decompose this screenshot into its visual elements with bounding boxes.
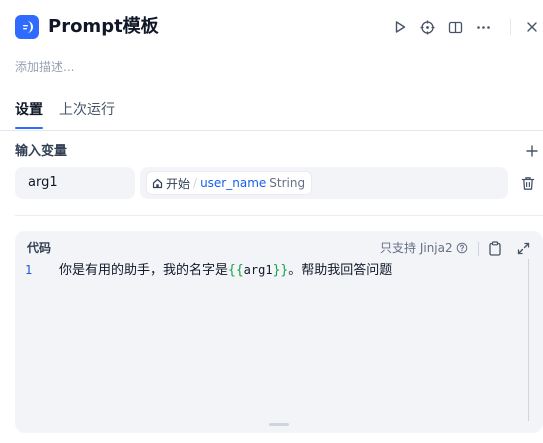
close-icon <box>527 22 537 32</box>
source-variable-name: user_name <box>200 176 267 190</box>
help-circle-icon[interactable] <box>456 242 468 254</box>
editor-scrollbar[interactable] <box>528 259 529 421</box>
code-editor[interactable]: 代码 只支持 Jinja2 1 你是有用的助手，我的名字是{{arg1}}。帮助… <box>15 231 543 433</box>
line-number: 1 <box>25 263 33 277</box>
code-text-after: 。帮助我回答问题 <box>288 263 393 278</box>
more-options-button[interactable] <box>472 16 494 38</box>
input-variables-title: 输入变量 <box>15 144 68 159</box>
close-button[interactable] <box>521 16 543 38</box>
jinja-support-note: 只支持 Jinja2 <box>380 239 468 257</box>
variable-reference-chip: 开始 / user_name String <box>146 171 313 195</box>
tab-bar: 设置 上次运行 <box>0 96 543 131</box>
toolbar-divider <box>478 242 479 256</box>
active-tab-indicator <box>15 127 43 129</box>
panel-title: Prompt模板 <box>48 16 159 37</box>
book-open-icon <box>448 21 462 33</box>
path-separator: / <box>193 176 198 190</box>
expand-icon <box>517 242 529 254</box>
tab-last-run[interactable]: 上次运行 <box>59 100 115 120</box>
code-line-text: 你是有用的助手，我的名字是{{arg1}}。帮助我回答问题 <box>59 261 392 280</box>
copy-code-button[interactable] <box>486 239 504 257</box>
template-open-brace: {{ <box>228 263 244 278</box>
run-button[interactable] <box>389 16 411 38</box>
add-variable-button[interactable] <box>522 141 542 161</box>
variable-name-input[interactable]: arg1 <box>15 167 135 199</box>
trash-icon <box>521 176 535 190</box>
clipboard-icon <box>489 240 501 256</box>
expand-editor-button[interactable] <box>514 239 532 257</box>
split-view-button[interactable] <box>444 16 466 38</box>
home-icon <box>152 178 163 188</box>
panel-header: Prompt模板 <box>0 0 543 56</box>
tab-settings[interactable]: 设置 <box>15 100 43 120</box>
template-variable: arg1 <box>243 263 273 277</box>
section-divider <box>15 215 543 216</box>
template-close-brace: }} <box>272 263 289 278</box>
jinja-support-text: 只支持 Jinja2 <box>380 241 453 255</box>
description-input[interactable]: 添加描述... <box>15 58 74 76</box>
locate-node-button[interactable] <box>416 16 438 38</box>
more-horizontal-icon <box>476 25 490 29</box>
source-node-name: 开始 <box>166 176 191 191</box>
code-text-before: 你是有用的助手，我的名字是 <box>59 263 229 278</box>
editor-resize-handle[interactable] <box>269 423 289 426</box>
crosshair-icon <box>420 20 434 34</box>
variable-reference-selector[interactable]: 开始 / user_name String <box>140 167 508 199</box>
code-line[interactable]: 1 你是有用的助手，我的名字是{{arg1}}。帮助我回答问题 <box>15 259 527 281</box>
prompt-template-icon <box>15 15 39 39</box>
code-title: 代码 <box>27 241 52 255</box>
delete-variable-button[interactable] <box>518 173 538 193</box>
header-divider <box>510 19 511 35</box>
plus-icon <box>526 145 538 157</box>
variable-type: String <box>269 176 306 190</box>
play-icon <box>395 21 406 33</box>
